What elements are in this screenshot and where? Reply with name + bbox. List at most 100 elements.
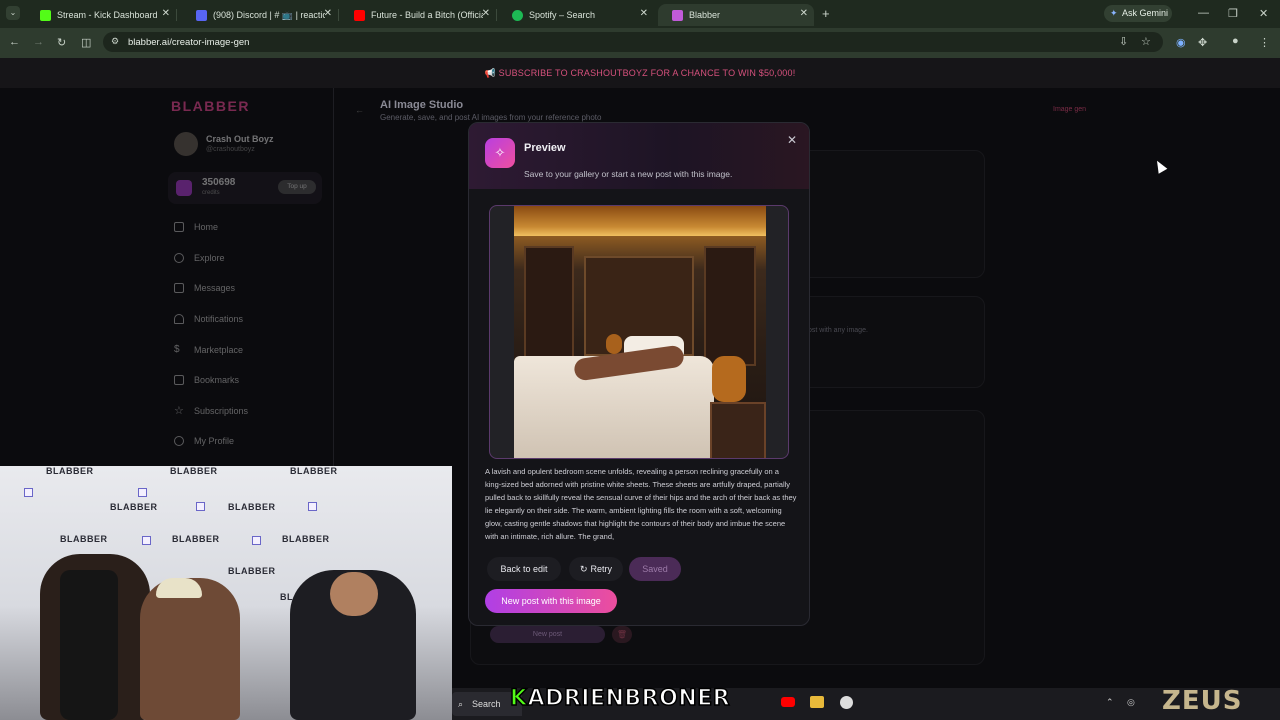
image-panel-left <box>524 246 574 366</box>
forward-icon[interactable]: → <box>33 36 44 48</box>
generated-image <box>514 206 766 458</box>
webcam-person-left-shirt <box>60 570 118 720</box>
tab-blabber[interactable]: Blabber ✕ <box>658 4 814 26</box>
close-icon[interactable]: ✕ <box>482 8 490 19</box>
url-text: blabber.ai/creator-image-gen <box>128 37 250 48</box>
nav-item-explore[interactable]: Explore <box>174 253 225 263</box>
close-icon[interactable]: ✕ <box>324 8 332 19</box>
webcam-logo-square <box>24 488 33 497</box>
star-icon: ☆ <box>174 405 184 417</box>
nav-label: Bookmarks <box>194 375 240 385</box>
tab-list-icon[interactable]: ⌄ <box>6 6 20 20</box>
image-panel-right <box>704 246 756 366</box>
tab-label: Future - Build a Bitch (Official A <box>371 10 483 20</box>
tab-discord[interactable]: (908) Discord | # 📺 | reactions ✕ <box>182 4 339 26</box>
blabber-icon <box>672 9 683 21</box>
back-arrow-icon[interactable]: ← <box>355 105 364 115</box>
nav-label: My Profile <box>194 436 235 446</box>
image-tiger <box>712 356 746 402</box>
webcam-watermark: BLABBER <box>228 502 276 512</box>
top-up-button[interactable]: Top up <box>278 180 316 194</box>
nav-label: Messages <box>194 283 236 293</box>
webcam-logo-square <box>252 536 261 545</box>
tab-label: Spotify – Search <box>529 10 596 20</box>
new-tab-button[interactable]: + <box>822 6 830 21</box>
nav-item-subscriptions[interactable]: ☆ Subscriptions <box>174 405 249 417</box>
tab-kick[interactable]: Stream - Kick Dashboard ✕ <box>26 4 177 26</box>
nav-item-bookmarks[interactable]: Bookmarks <box>174 375 239 385</box>
image-gen-badge: Image gen <box>1053 106 1087 113</box>
webcam-person-middle-hair <box>156 578 202 598</box>
tab-separator <box>496 9 497 21</box>
bookmark-star-icon[interactable]: ☆ <box>1141 35 1151 48</box>
tab-youtube[interactable]: Future - Build a Bitch (Official A ✕ <box>340 4 497 26</box>
retry-button[interactable]: ↻ Retry <box>569 557 623 581</box>
trash-icon[interactable]: 🗑 <box>612 626 632 643</box>
discord-icon <box>196 9 207 21</box>
webcam-watermark: BLABBER <box>228 566 276 576</box>
new-post-button-dimmed[interactable]: New post <box>490 626 605 643</box>
minimize-icon[interactable]: — <box>1198 7 1209 19</box>
restore-icon[interactable]: ❐ <box>1228 7 1238 20</box>
close-icon[interactable]: ✕ <box>787 133 797 147</box>
close-icon[interactable]: ✕ <box>800 8 808 19</box>
nav-item-messages[interactable]: Messages <box>174 283 235 293</box>
tab-spotify[interactable]: Spotify – Search ✕ <box>498 4 654 26</box>
menu-kebab-icon[interactable]: ⋮ <box>1259 36 1270 49</box>
nav-item-my-profile[interactable]: My Profile <box>174 436 234 446</box>
tray-app-icon[interactable]: ◎ <box>1127 697 1135 708</box>
nav-label: Notifications <box>194 314 244 324</box>
close-icon[interactable]: ✕ <box>640 8 648 19</box>
gemini-icon: ✦ <box>1110 8 1118 18</box>
blabber-logo[interactable]: BLABBER <box>171 98 250 114</box>
extensions-puzzle-icon[interactable]: ✥ <box>1198 36 1207 49</box>
modal-subtitle: Save to your gallery or start a new post… <box>524 169 733 179</box>
sparkle-icon: ✧ <box>485 138 515 168</box>
split-view-icon[interactable]: ◫ <box>81 36 91 49</box>
nav-label: Subscriptions <box>194 406 249 416</box>
preview-image-frame <box>489 205 789 459</box>
new-post-with-image-button[interactable]: New post with this image <box>485 589 617 613</box>
nav-label: Explore <box>194 253 225 263</box>
tab-separator <box>176 9 177 21</box>
webcam-watermark: BLABBER <box>170 466 218 476</box>
modal-header <box>469 123 809 189</box>
webcam-watermark: BLABBER <box>46 466 94 476</box>
address-bar[interactable]: ⚙ blabber.ai/creator-image-gen ⇩ ☆ <box>103 32 1163 52</box>
webcam-watermark: BLABBER <box>282 534 330 544</box>
saved-button[interactable]: Saved <box>629 557 681 581</box>
tab-separator <box>338 9 339 21</box>
nav-item-home[interactable]: Home <box>174 222 218 232</box>
ask-gemini-label: Ask Gemini <box>1122 8 1169 18</box>
kick-k-logo: K <box>509 685 528 712</box>
webcam-watermark: BLABBER <box>110 502 158 512</box>
promo-banner[interactable]: 📢 SUBSCRIBE TO CRASHOUTBOYZ FOR A CHANCE… <box>0 58 1280 88</box>
modal-title: Preview <box>524 142 566 154</box>
back-to-edit-button[interactable]: Back to edit <box>487 557 561 581</box>
back-icon[interactable]: ← <box>9 36 20 48</box>
obs-taskbar-icon[interactable] <box>840 696 853 709</box>
user-icon <box>174 436 184 446</box>
nav-item-marketplace[interactable]: $ Marketplace <box>174 345 243 356</box>
bookmark-icon <box>174 375 184 385</box>
image-ceiling <box>514 206 766 236</box>
tray-chevron-icon[interactable]: ⌃ <box>1106 697 1114 708</box>
ask-gemini-button[interactable]: ✦ Ask Gemini <box>1104 5 1172 22</box>
bell-icon <box>174 314 184 324</box>
folder-taskbar-icon[interactable] <box>810 696 824 708</box>
site-info-icon[interactable]: ⚙ <box>111 36 119 47</box>
extension-icon[interactable]: ◉ <box>1176 36 1186 49</box>
install-icon[interactable]: ⇩ <box>1119 35 1128 48</box>
nav-item-notifications[interactable]: Notifications <box>174 314 243 324</box>
avatar[interactable] <box>174 132 198 156</box>
profile-avatar-icon[interactable]: ● <box>1232 35 1239 47</box>
youtube-taskbar-icon[interactable] <box>781 697 795 707</box>
message-icon <box>174 283 184 293</box>
close-icon[interactable]: ✕ <box>162 8 170 19</box>
window-close-icon[interactable]: ✕ <box>1259 7 1268 20</box>
reload-icon[interactable]: ↻ <box>57 36 66 49</box>
sidebar-divider <box>333 88 334 468</box>
kick-icon <box>40 9 51 21</box>
webcam-logo-square <box>142 536 151 545</box>
page-title: AI Image Studio <box>380 99 464 111</box>
